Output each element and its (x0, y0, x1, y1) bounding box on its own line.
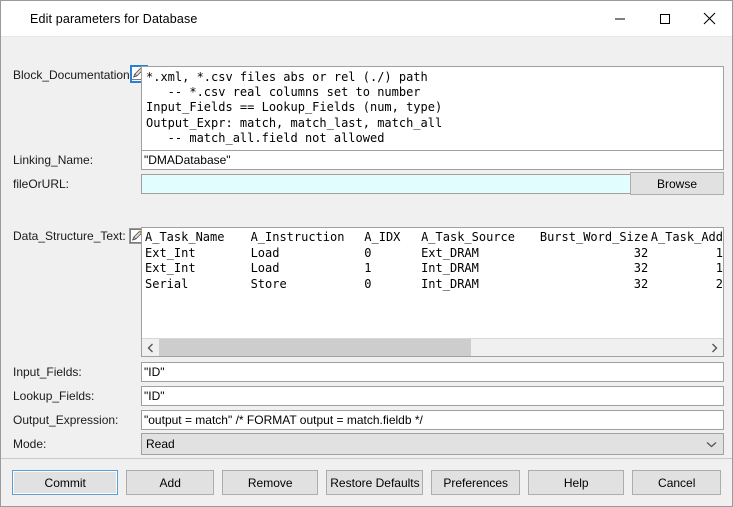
table-horizontal-scrollbar[interactable] (142, 338, 723, 356)
chevron-down-icon (706, 434, 717, 454)
lookup-fields-label: Lookup_Fields: (13, 389, 95, 403)
lookup-fields-input[interactable]: "ID" (141, 386, 724, 406)
cell-a-task-name: Serial (145, 276, 189, 291)
data-structure-table-panel[interactable]: A_Task_Name A_Instruction A_IDX A_Task_S… (141, 227, 724, 357)
table-header-row: A_Task_Name A_Instruction A_IDX A_Task_S… (145, 230, 723, 246)
chevron-right-icon (712, 343, 718, 352)
cell-burst-word-size: 32 (633, 276, 649, 291)
maximize-button[interactable] (642, 1, 687, 36)
edit-parameters-dialog: Edit parameters for Database Block_Docum… (0, 0, 733, 507)
block-documentation-textarea[interactable]: *.xml, *.csv files abs or rel (./) path … (141, 66, 724, 151)
column-header-a-task-name: A_Task_Name (145, 230, 225, 244)
output-expression-input[interactable]: "output = match" /* FORMAT output = matc… (141, 410, 724, 430)
cell-a-task-source: Ext_DRAM (421, 245, 479, 260)
linking-name-input[interactable]: "DMADatabase" (141, 150, 724, 170)
maximize-icon (659, 13, 670, 24)
dialog-footer: Commit Add Remove Restore Defaults Prefe… (1, 458, 732, 506)
table-row[interactable]: Ext_Int Load 1 Int_DRAM 32 1 (145, 261, 723, 277)
remove-button[interactable]: Remove (221, 470, 319, 495)
cell-a-task-name: Ext_Int (145, 261, 196, 275)
column-header-a-task-source: A_Task_Source (421, 230, 515, 244)
column-header-a-idx: A_IDX (364, 230, 401, 244)
column-header-a-task-add: A_Task_Add (650, 230, 723, 244)
title-bar: Edit parameters for Database (1, 1, 732, 37)
cell-a-idx: 0 (364, 245, 372, 260)
close-button[interactable] (687, 1, 732, 36)
table-row[interactable]: Ext_Int Load 0 Ext_DRAM 32 1 (145, 246, 723, 262)
table-viewport: A_Task_Name A_Instruction A_IDX A_Task_S… (142, 228, 723, 338)
restore-defaults-button[interactable]: Restore Defaults (326, 470, 424, 495)
window-title: Edit parameters for Database (30, 11, 198, 26)
cell-a-task-name: Ext_Int (145, 245, 196, 260)
cell-a-instruction: Store (250, 276, 287, 291)
cell-a-task-add: 1 (715, 245, 723, 260)
file-or-url-input[interactable] (141, 174, 633, 194)
cancel-button[interactable]: Cancel (632, 470, 721, 495)
output-expression-label: Output_Expression: (13, 413, 119, 427)
mode-select[interactable]: Read (141, 433, 724, 455)
cell-burst-word-size: 32 (633, 245, 649, 260)
cell-a-idx: 1 (364, 261, 372, 275)
cell-a-task-source: Int_DRAM (421, 261, 479, 275)
cell-a-idx: 0 (364, 276, 372, 291)
column-header-burst-word-size: Burst_Word_Size (539, 230, 649, 244)
cell-a-task-add: 1 (715, 261, 723, 275)
preferences-button[interactable]: Preferences (431, 470, 520, 495)
minimize-icon (614, 18, 625, 19)
help-button[interactable]: Help (527, 470, 625, 495)
add-button[interactable]: Add (126, 470, 214, 495)
table-row[interactable]: Serial Store 0 Int_DRAM 32 2 (145, 277, 723, 293)
mode-label: Mode: (13, 437, 47, 451)
minimize-button[interactable] (597, 1, 642, 36)
block-documentation-label: Block_Documentation: (13, 68, 134, 82)
cell-a-task-add: 2 (715, 276, 723, 291)
linking-name-label: Linking_Name: (13, 153, 94, 167)
mode-selected-value: Read (146, 437, 175, 451)
data-structure-text-label: Data_Structure_Text: (13, 229, 126, 243)
browse-button[interactable]: Browse (630, 172, 724, 195)
cell-a-task-source: Int_DRAM (421, 276, 479, 291)
column-header-a-instruction: A_Instruction (250, 230, 345, 244)
cell-burst-word-size: 32 (633, 261, 649, 275)
scroll-track[interactable] (159, 339, 706, 356)
block-documentation-text: *.xml, *.csv files abs or rel (./) path … (146, 70, 443, 145)
input-fields-label: Input_Fields: (13, 365, 82, 379)
commit-button[interactable]: Commit (12, 470, 119, 495)
input-fields-input[interactable]: "ID" (141, 362, 724, 382)
close-icon (703, 12, 716, 25)
data-structure-table: A_Task_Name A_Instruction A_IDX A_Task_S… (145, 230, 723, 292)
window-controls (597, 1, 732, 36)
parameters-form: Block_Documentation: *.xml, *.csv files … (1, 37, 732, 458)
chevron-left-icon (147, 343, 153, 352)
file-or-url-label: fileOrURL: (13, 177, 70, 191)
scroll-thumb[interactable] (159, 339, 471, 356)
cell-a-instruction: Load (250, 245, 280, 260)
cell-a-instruction: Load (250, 261, 280, 275)
scroll-right-button[interactable] (706, 339, 723, 356)
scroll-left-button[interactable] (142, 339, 159, 356)
